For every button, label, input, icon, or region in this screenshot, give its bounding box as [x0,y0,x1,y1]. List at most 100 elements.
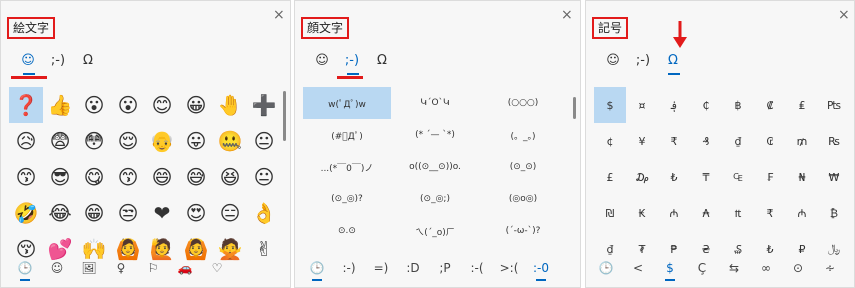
kaomoji-button[interactable]: (ˊ-ω-ˋ)? [479,215,567,247]
kaomoji-category-happy[interactable]: =) [365,261,397,275]
emoji-button[interactable]: 😄 [145,159,179,195]
kaomoji-button[interactable]: (。_。) [479,119,567,151]
symbol-button[interactable]: ₸ [690,159,722,195]
emoji-button[interactable]: 😂 [43,195,77,231]
symbol-category-currency[interactable]: $ [654,261,686,281]
emoji-button[interactable]: 😐 [247,159,281,195]
emoji-button[interactable]: 👍 [43,87,77,123]
symbol-category-latin[interactable]: Ç [686,261,718,275]
kaomoji-category-angry[interactable]: >:( [493,261,525,275]
emoji-button[interactable]: ✌ [247,231,281,267]
kaomoji-button[interactable]: w(ﾟДﾟ)w [303,87,391,119]
kaomoji-category-surprised[interactable]: :-0 [525,261,557,281]
kaomoji-category-smile[interactable]: :-) [333,261,365,275]
close-icon[interactable]: × [561,7,573,23]
picture-icon[interactable]: 🖼 [73,261,105,275]
tab-kaomoji[interactable]: ;-) [628,49,658,73]
symbol-button[interactable]: ₢ [754,123,786,159]
tab-symbols[interactable]: Ω [73,49,103,73]
smiley-icon[interactable]: ☺ [41,261,73,275]
emoji-button[interactable]: 😥 [9,123,43,159]
symbol-button[interactable]: ₶ [722,195,754,231]
emoji-button[interactable]: 😛 [179,123,213,159]
kaomoji-button[interactable]: (#ﾟДﾟ) [303,119,391,151]
emoji-button[interactable]: 😀 [179,87,213,123]
tab-emoji[interactable]: ☺ [598,49,628,73]
emoji-button[interactable]: 😙 [9,159,43,195]
symbol-button[interactable]: ₼ [786,195,818,231]
symbol-button[interactable]: ₥ [786,123,818,159]
kaomoji-button[interactable]: ...(*￣0￣)ノ [303,151,391,183]
emoji-button[interactable]: 😑 [213,195,247,231]
symbol-button[interactable]: ₼ [658,195,690,231]
tab-emoji[interactable]: ☺ [307,49,337,73]
kaomoji-button[interactable]: (⊙_⊙) [479,151,567,183]
kaomoji-button[interactable]: (○○○) [479,87,567,119]
symbol-button[interactable]: ₭ [626,195,658,231]
symbol-button[interactable]: ₤ [786,87,818,123]
kaomoji-button[interactable]: ㄟ(ˊ_o)ㄏ [391,215,479,247]
emoji-button[interactable]: ❤ [145,195,179,231]
symbol-category-math[interactable]: ∞ [750,261,782,275]
kaomoji-button[interactable]: (◎o◎) [479,183,567,215]
kaomoji-button[interactable]: ⊙.⊙ [303,215,391,247]
emoji-button[interactable]: 🤚 [213,87,247,123]
emoji-button[interactable]: 😳 [77,123,111,159]
emoji-button[interactable]: 🤣 [9,195,43,231]
symbol-button[interactable]: ₵ [690,87,722,123]
symbol-category-geometric[interactable]: ⊙ [782,261,814,275]
kaomoji-button[interactable]: ԿˊOˋԿ [391,87,479,119]
symbol-button[interactable]: ₰ [690,123,722,159]
emoji-button[interactable]: 😙 [111,159,145,195]
tab-emoji[interactable]: ☺ [13,49,43,75]
kaomoji-category-sad[interactable]: :-( [461,261,493,275]
kaomoji-category-tongue[interactable]: ;P [429,261,461,275]
kaomoji-button[interactable]: (⊙_◎;) [391,183,479,215]
kaomoji-button[interactable]: (* ˊ— ˋ*) [391,119,479,151]
symbol-category-arrows[interactable]: ⇆ [718,261,750,275]
symbol-button[interactable]: ¥ [626,123,658,159]
symbol-button[interactable]: ฿ [722,87,754,123]
emoji-button[interactable]: ➕ [247,87,281,123]
symbol-button[interactable]: ₪ [594,195,626,231]
symbol-category-punctuation[interactable]: < [622,261,654,275]
emoji-button[interactable]: 😅 [179,159,213,195]
symbol-button[interactable]: ₺ [658,159,690,195]
kaomoji-button[interactable]: o((⊙__⊙))o. [391,151,479,183]
kaomoji-button[interactable]: (⊙_◎)? [303,183,391,215]
kaomoji-category-laugh[interactable]: :D [397,261,429,275]
emoji-button[interactable]: 😆 [213,159,247,195]
close-icon[interactable]: × [838,7,850,23]
symbol-button[interactable]: ؋ [658,87,690,123]
recent-icon[interactable]: 🕒 [9,261,41,281]
symbol-button[interactable]: ₠ [722,159,754,195]
scrollbar[interactable] [573,97,576,119]
emoji-button[interactable]: 😊 [145,87,179,123]
emoji-button[interactable]: 😐 [247,123,281,159]
people-icon[interactable]: ♀ [105,261,137,275]
symbol-button[interactable]: $ [594,87,626,123]
emoji-button[interactable]: 👌 [247,195,281,231]
flag-icon[interactable]: ⚐ [137,261,169,275]
emoji-button[interactable]: 😌 [111,123,145,159]
emoji-button[interactable]: 😒 [111,195,145,231]
symbol-button[interactable]: ₣ [754,159,786,195]
symbol-button[interactable]: ₳ [690,195,722,231]
recent-icon[interactable]: 🕒 [590,261,622,275]
tab-kaomoji[interactable]: ;-) [43,49,73,73]
symbol-button[interactable]: ¢ [594,123,626,159]
symbol-button[interactable]: ¤ [626,87,658,123]
symbol-button[interactable]: ₦ [786,159,818,195]
emoji-button[interactable]: 😮 [77,87,111,123]
symbol-category-other[interactable]: ∻ [814,261,846,275]
close-icon[interactable]: × [273,7,285,23]
heart-icon[interactable]: ♡ [201,261,233,275]
emoji-button[interactable]: 👴 [145,123,179,159]
tab-kaomoji[interactable]: ;-) [337,49,367,75]
symbol-button[interactable]: ₩ [818,159,850,195]
emoji-button[interactable]: 😋 [77,159,111,195]
scrollbar[interactable] [283,91,286,141]
symbol-button[interactable]: ₡ [754,87,786,123]
tab-symbols[interactable]: Ω [658,49,688,75]
emoji-button[interactable]: 🤐 [213,123,247,159]
